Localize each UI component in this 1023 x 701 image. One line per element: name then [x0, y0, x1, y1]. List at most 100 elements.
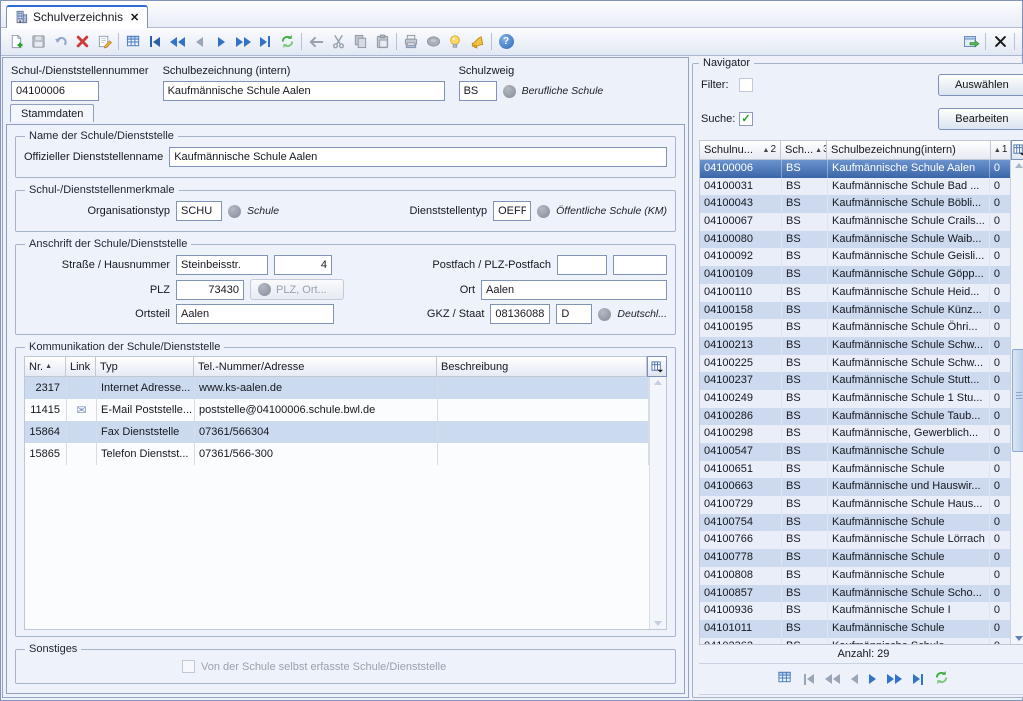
column-header-link[interactable]: Link	[66, 356, 96, 377]
save-button[interactable]	[27, 31, 49, 53]
column-header-schulnummer[interactable]: Schulnu...2	[699, 140, 781, 160]
navigator-table-row[interactable]: 04100158 BS Kaufmännische Schule Künz...…	[700, 302, 1010, 320]
column-header-nr[interactable]: Nr.	[24, 356, 66, 377]
navigator-table-row[interactable]: 04100857 BS Kaufmännische Schule Scho...…	[700, 585, 1010, 603]
copy-button[interactable]	[349, 31, 371, 53]
column-header-adresse[interactable]: Tel.-Nummer/Adresse	[194, 356, 437, 377]
staat-input[interactable]	[556, 304, 592, 324]
plz-postfach-input[interactable]	[613, 255, 667, 275]
tab-schulverzeichnis[interactable]: Schulverzeichnis ✕	[6, 5, 148, 28]
navigator-table-row[interactable]: 04100006 BS Kaufmännische Schule Aalen 0	[700, 160, 1010, 178]
last-record-button[interactable]	[913, 674, 923, 685]
panel-close-button[interactable]	[989, 31, 1011, 53]
window-switch-button[interactable]	[960, 31, 982, 53]
navigator-table-row[interactable]: 04100110 BS Kaufmännische Schule Heid...…	[700, 284, 1010, 302]
selbst-erfasst-checkbox[interactable]	[182, 660, 195, 673]
navigator-table-row[interactable]: 04100651 BS Kaufmännische Schule 0	[700, 461, 1010, 479]
navigator-table-row[interactable]: 04100808 BS Kaufmännische Schule 0	[700, 567, 1010, 585]
navigator-table-row[interactable]: 04100547 BS Kaufmännische Schule 0	[700, 443, 1010, 461]
delete-button[interactable]	[71, 31, 93, 53]
ortsteil-input[interactable]	[176, 304, 334, 324]
navigator-table-row[interactable]: 04100109 BS Kaufmännische Schule Göpp...…	[700, 266, 1010, 284]
previous-record-button[interactable]	[188, 31, 210, 53]
schulnummer-input[interactable]	[11, 81, 99, 101]
navigator-table-row[interactable]: 04100298 BS Kaufmännische, Gewerblich...…	[700, 425, 1010, 443]
scroll-down-icon[interactable]	[654, 621, 662, 626]
first-record-button[interactable]	[804, 674, 814, 685]
navigator-table-row[interactable]: 04100249 BS Kaufmännische Schule 1 Stu..…	[700, 390, 1010, 408]
navigator-scrollbar[interactable]	[1010, 160, 1023, 644]
fast-backward-button[interactable]	[825, 674, 840, 684]
column-chooser-button[interactable]	[1011, 140, 1023, 160]
fast-forward-button[interactable]	[232, 31, 254, 53]
scroll-down-icon[interactable]	[1015, 636, 1023, 641]
auswaehlen-button[interactable]: Auswählen	[938, 74, 1023, 96]
refresh-button[interactable]	[276, 31, 298, 53]
kommunikation-table-row[interactable]: 15865 Telefon Dienstst... 07361/566-300	[25, 443, 649, 465]
column-header-schulzweig[interactable]: Sch...3	[781, 140, 827, 160]
scrollbar-thumb[interactable]	[1012, 349, 1023, 453]
navigator-table-row[interactable]: 04100237 BS Kaufmännische Schule Stutt..…	[700, 372, 1010, 390]
dienststellenname-input[interactable]	[169, 147, 667, 167]
scroll-up-icon[interactable]	[1015, 163, 1023, 168]
last-record-button[interactable]	[254, 31, 276, 53]
next-record-button[interactable]	[869, 674, 876, 684]
refresh-button[interactable]	[934, 670, 949, 688]
cut-button[interactable]	[327, 31, 349, 53]
grid-view-button[interactable]	[122, 31, 144, 53]
kommunikation-table-row[interactable]: 15864 Fax Dienststelle 07361/566304	[25, 421, 649, 443]
first-record-button[interactable]	[144, 31, 166, 53]
navigator-table-row[interactable]: 04100778 BS Kaufmännische Schule 0	[700, 549, 1010, 567]
print-button[interactable]	[400, 31, 422, 53]
navigator-table-row[interactable]: 04100195 BS Kaufmännische Schule Öhri...…	[700, 319, 1010, 337]
navigator-table-row[interactable]: 04100225 BS Kaufmännische Schule Schw...…	[700, 355, 1010, 373]
fast-backward-button[interactable]	[166, 31, 188, 53]
paste-button[interactable]	[371, 31, 393, 53]
gkz-input[interactable]	[490, 304, 550, 324]
kommunikation-scrollbar[interactable]	[649, 377, 666, 629]
new-record-button[interactable]	[5, 31, 27, 53]
filter-checkbox[interactable]	[739, 78, 753, 92]
column-chooser-button[interactable]	[647, 356, 667, 377]
plz-ort-button[interactable]: PLZ, Ort...	[250, 279, 344, 300]
dienststellentyp-input[interactable]	[493, 201, 531, 221]
navigator-table-row[interactable]: 04100766 BS Kaufmännische Schule Lörrach…	[700, 531, 1010, 549]
grid-view-button[interactable]	[777, 670, 793, 688]
edit-button[interactable]	[93, 31, 115, 53]
mail-link-icon[interactable]: ✉	[67, 399, 97, 421]
column-header-schulbezeichnung[interactable]: Schulbezeichnung(intern)	[827, 140, 991, 160]
disk-button[interactable]	[422, 31, 444, 53]
mail-link-icon[interactable]	[67, 377, 97, 399]
navigator-table-row[interactable]: 04100080 BS Kaufmännische Schule Waib...…	[700, 231, 1010, 249]
navigator-table-row[interactable]: 04100213 BS Kaufmännische Schule Schw...…	[700, 337, 1010, 355]
ort-input[interactable]	[481, 280, 667, 300]
schulbezeichnung-input[interactable]	[163, 81, 445, 101]
previous-record-button[interactable]	[851, 674, 858, 684]
navigator-table-row[interactable]: 04100043 BS Kaufmännische Schule Böbli..…	[700, 195, 1010, 213]
column-header-misc[interactable]: 1	[991, 140, 1011, 160]
mail-link-icon[interactable]	[67, 421, 97, 443]
navigator-table-row[interactable]: 04100729 BS Kaufmännische Schule Haus...…	[700, 496, 1010, 514]
navigator-table-row[interactable]: 04101011 BS Kaufmännische Schule 0	[700, 620, 1010, 638]
navigator-table-row[interactable]: 04100067 BS Kaufmännische Schule Crails.…	[700, 213, 1010, 231]
schulzweig-input[interactable]	[459, 81, 497, 101]
kommunikation-table-row[interactable]: 11415 ✉ E-Mail Poststelle... poststelle@…	[25, 399, 649, 421]
column-header-typ[interactable]: Typ	[96, 356, 194, 377]
suche-checkbox[interactable]: ✓	[739, 112, 753, 126]
hausnummer-input[interactable]	[274, 255, 332, 275]
organisationstyp-input[interactable]	[176, 201, 222, 221]
navigator-table-row[interactable]: 04100286 BS Kaufmännische Schule Taub...…	[700, 408, 1010, 426]
bearbeiten-button[interactable]: Bearbeiten	[938, 108, 1023, 130]
plz-input[interactable]	[176, 280, 244, 300]
notification-bell-button[interactable]	[466, 31, 488, 53]
next-record-button[interactable]	[210, 31, 232, 53]
undo-button[interactable]	[49, 31, 71, 53]
back-arrow-button[interactable]	[305, 31, 327, 53]
tab-close-icon[interactable]: ✕	[130, 11, 139, 24]
scroll-up-icon[interactable]	[654, 380, 662, 385]
navigator-table-row[interactable]: 04102362 BS Kaufmännische Schule 0	[700, 638, 1010, 644]
navigator-table-row[interactable]: 04100092 BS Kaufmännische Schule Geisli.…	[700, 248, 1010, 266]
mail-link-icon[interactable]	[67, 443, 97, 465]
postfach-input[interactable]	[557, 255, 607, 275]
column-header-beschreibung[interactable]: Beschreibung	[437, 356, 647, 377]
